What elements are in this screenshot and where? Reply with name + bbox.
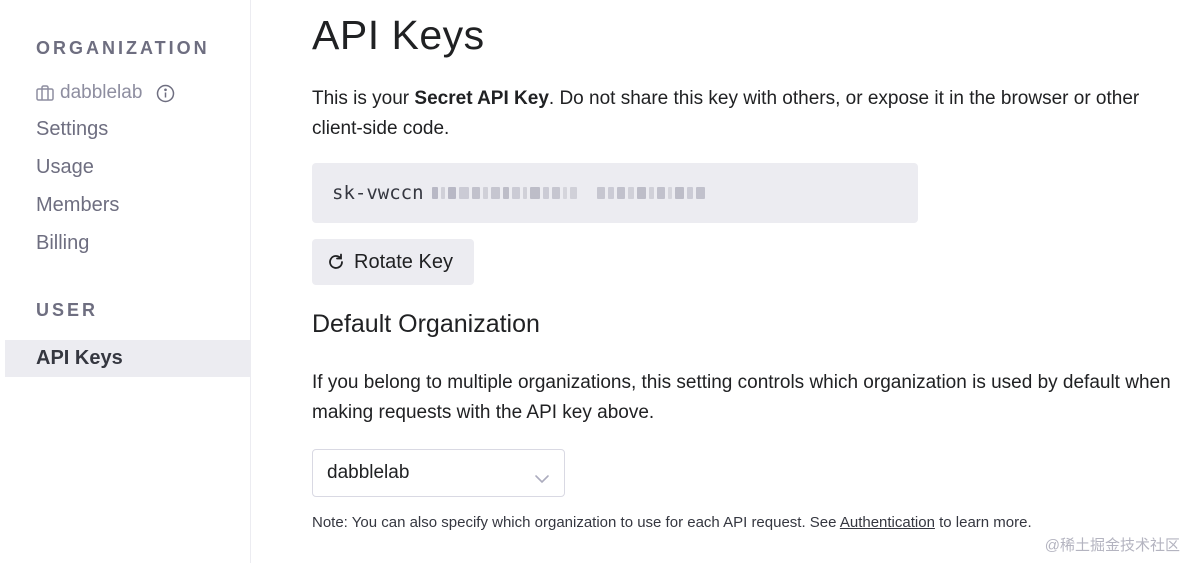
default-org-select[interactable]: dabblelab <box>312 449 565 497</box>
rotate-key-button[interactable]: Rotate Key <box>312 239 474 285</box>
user-section-label: USER <box>36 300 99 320</box>
sidebar-item-usage[interactable]: Usage <box>36 156 94 179</box>
api-key-redacted <box>431 187 705 199</box>
authentication-link[interactable]: Authentication <box>840 514 935 531</box>
watermark: @稀土掘金技术社区 <box>1044 537 1180 554</box>
intro-before: This is your <box>312 88 415 109</box>
sidebar-item-members[interactable]: Members <box>36 194 119 217</box>
note-before: Note: You can also specify which organiz… <box>312 514 840 531</box>
sidebar-item-api-keys[interactable]: API Keys <box>5 340 250 377</box>
note-after: to learn more. <box>934 514 1032 531</box>
page: ORGANIZATION dabblelab Settings Usage Me… <box>0 0 1188 563</box>
org-switcher[interactable]: dabblelab <box>36 82 175 104</box>
sidebar-item-billing[interactable]: Billing <box>36 232 89 255</box>
sidebar-item-label: API Keys <box>36 347 123 369</box>
default-org-title: Default Organization <box>312 310 540 338</box>
intro-bold: Secret API Key <box>414 88 549 109</box>
intro-text: This is your Secret API Key. Do not shar… <box>312 84 1162 144</box>
organization-section-label: ORGANIZATION <box>36 38 210 58</box>
api-key-prefix: sk-vwccn <box>332 182 424 204</box>
default-org-value: dabblelab <box>327 462 410 483</box>
org-name: dabblelab <box>60 82 143 103</box>
sidebar: ORGANIZATION dabblelab Settings Usage Me… <box>0 0 251 563</box>
sidebar-item-settings[interactable]: Settings <box>36 118 108 141</box>
info-icon[interactable] <box>156 84 175 103</box>
chevron-down-icon <box>534 468 550 484</box>
page-title: API Keys <box>312 12 485 58</box>
refresh-icon <box>326 252 346 272</box>
rotate-key-label: Rotate Key <box>354 250 453 273</box>
briefcase-icon <box>36 85 54 101</box>
org-note: Note: You can also specify which organiz… <box>312 514 1172 531</box>
api-key-display[interactable]: sk-vwccn <box>312 163 918 223</box>
default-org-description: If you belong to multiple organizations,… <box>312 372 1171 423</box>
